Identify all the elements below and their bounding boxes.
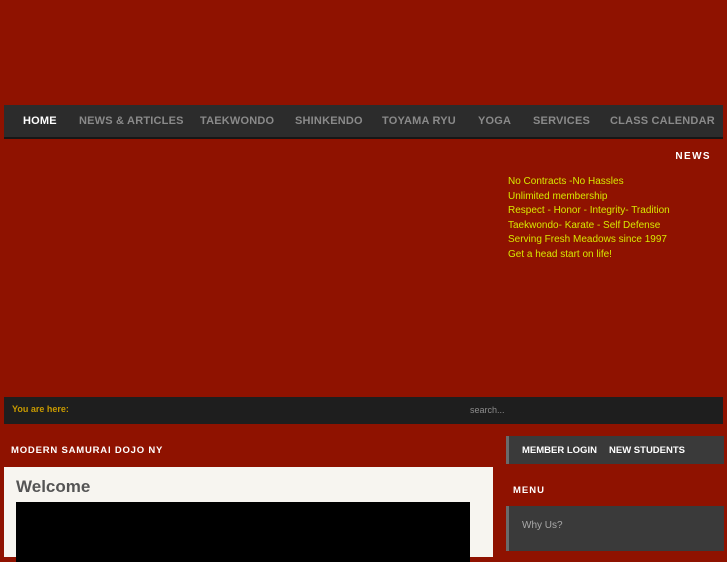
nav-item-news-articles[interactable]: NEWS & ARTICLES bbox=[79, 115, 184, 127]
site-title: MODERN SAMURAI DOJO NY bbox=[11, 445, 164, 456]
news-heading: NEWS bbox=[675, 151, 711, 162]
search-input[interactable] bbox=[468, 402, 652, 418]
nav-item-home[interactable]: HOME bbox=[23, 115, 57, 127]
news-item[interactable]: No Contracts -No Hassles bbox=[508, 175, 670, 190]
news-item[interactable]: Serving Fresh Meadows since 1997 bbox=[508, 233, 670, 248]
video-player[interactable] bbox=[16, 502, 470, 562]
menu-heading: MENU bbox=[513, 485, 545, 496]
nav-item-services[interactable]: SERVICES bbox=[533, 115, 590, 127]
nav-item-class-calendar[interactable]: CLASS CALENDAR bbox=[610, 115, 715, 127]
breadcrumb-label: You are here: bbox=[12, 404, 69, 414]
menu-item-why-us[interactable]: Why Us? bbox=[522, 520, 563, 531]
breadcrumb-bar: You are here: bbox=[4, 397, 723, 424]
news-item[interactable]: Unlimited membership bbox=[508, 190, 670, 205]
menu-box: Why Us? bbox=[506, 506, 724, 551]
new-students-button[interactable]: NEW STUDENTS bbox=[609, 445, 685, 456]
member-login-button[interactable]: MEMBER LOGIN bbox=[522, 445, 597, 456]
news-list: No Contracts -No Hassles Unlimited membe… bbox=[508, 175, 670, 262]
nav-item-toyama-ryu[interactable]: TOYAMA RYU bbox=[382, 115, 456, 127]
news-item[interactable]: Taekwondo- Karate - Self Defense bbox=[508, 219, 670, 234]
welcome-heading: Welcome bbox=[16, 477, 91, 496]
login-bar: MEMBER LOGIN NEW STUDENTS bbox=[506, 436, 724, 464]
main-nav: HOME NEWS & ARTICLES TAEKWONDO SHINKENDO… bbox=[4, 105, 723, 139]
news-item[interactable]: Get a head start on life! bbox=[508, 248, 670, 263]
nav-item-shinkendo[interactable]: SHINKENDO bbox=[295, 115, 363, 127]
news-item[interactable]: Respect - Honor - Integrity- Tradition bbox=[508, 204, 670, 219]
nav-item-taekwondo[interactable]: TAEKWONDO bbox=[200, 115, 274, 127]
content-panel: Welcome bbox=[4, 467, 493, 562]
nav-item-yoga[interactable]: YOGA bbox=[478, 115, 511, 127]
